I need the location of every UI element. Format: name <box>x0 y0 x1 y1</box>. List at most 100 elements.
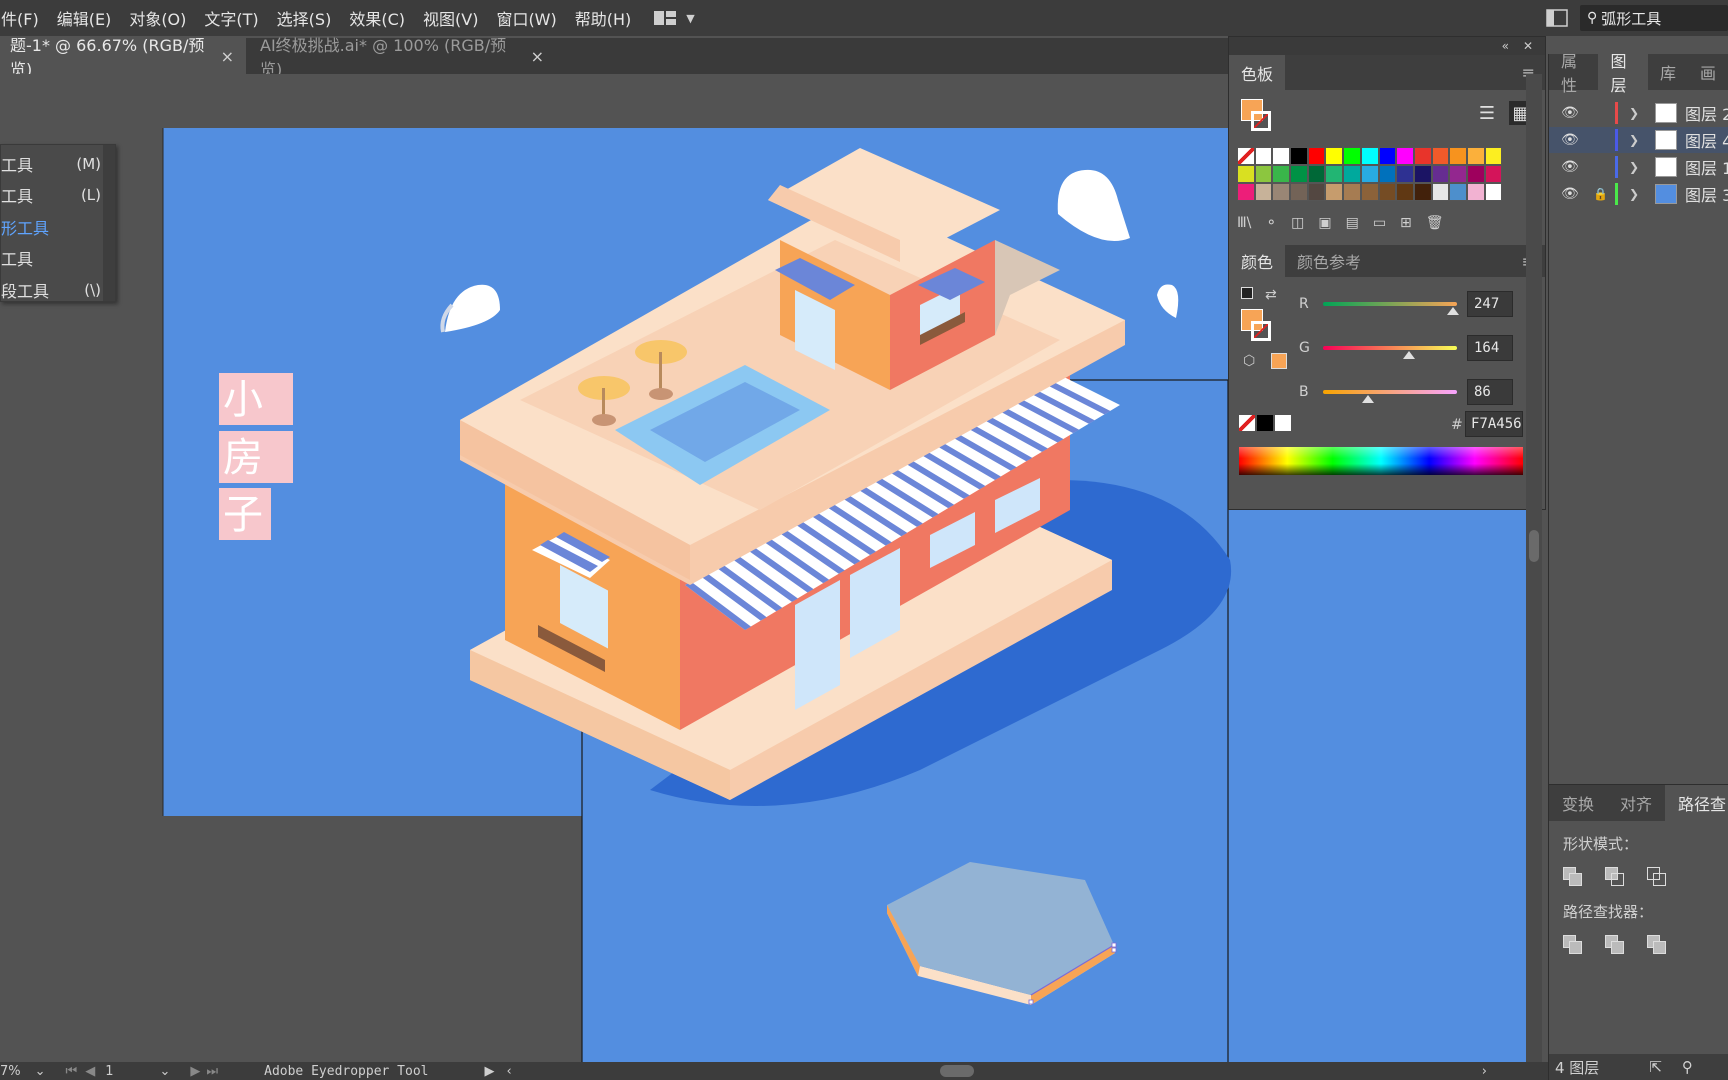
divide-icon[interactable] <box>1563 935 1585 957</box>
new-swatch-icon[interactable]: ⊞ <box>1400 215 1412 231</box>
swatch[interactable] <box>1378 183 1397 201</box>
color-group-icon[interactable]: ▣ <box>1318 215 1331 231</box>
visibility-eye-icon[interactable]: 👁 <box>1561 132 1579 148</box>
last-artboard-icon[interactable]: ⏭ <box>206 1064 218 1079</box>
flyout-scrollbar[interactable] <box>103 145 115 301</box>
swatch-kind-icon[interactable]: ⚬ <box>1265 215 1277 231</box>
edit-group-icon[interactable]: ▤ <box>1346 215 1359 231</box>
swatch[interactable] <box>1325 183 1344 201</box>
black-swatch[interactable] <box>1257 415 1273 431</box>
layer-row[interactable]: 👁 ❯ 图层 2 <box>1549 100 1728 126</box>
swatch[interactable] <box>1290 183 1308 201</box>
r-slider-thumb[interactable] <box>1446 307 1459 315</box>
minus-front-icon[interactable] <box>1605 867 1627 889</box>
swatch[interactable] <box>1360 183 1379 201</box>
swatch[interactable] <box>1272 183 1291 201</box>
swatch[interactable] <box>1325 147 1344 165</box>
b-track[interactable] <box>1323 390 1457 403</box>
swatch[interactable] <box>1466 183 1485 201</box>
b-slider-thumb[interactable] <box>1362 395 1375 403</box>
swatch[interactable] <box>1307 165 1326 183</box>
swatch[interactable] <box>1360 165 1379 183</box>
layer-row[interactable]: 👁 ❯ 图层 4 <box>1549 127 1728 153</box>
tab-transform[interactable]: 变换 <box>1549 785 1607 821</box>
close-icon[interactable]: ✕ <box>1523 39 1533 53</box>
search-input[interactable]: ⚲ 弧形工具 <box>1580 5 1728 31</box>
swatch[interactable] <box>1378 147 1397 165</box>
swatch[interactable] <box>1449 147 1467 165</box>
flyout-item-line[interactable]: 工具 (L) <box>1 180 115 212</box>
tab-color-guide[interactable]: 颜色参考 <box>1285 245 1373 277</box>
slider-r[interactable]: R 247 <box>1299 291 1529 317</box>
swatch[interactable] <box>1413 165 1432 183</box>
swatch[interactable] <box>1254 183 1273 201</box>
swatch[interactable] <box>1484 165 1503 183</box>
tab-align[interactable]: 对齐 <box>1607 785 1665 821</box>
swatch[interactable] <box>1431 147 1450 165</box>
list-view-icon[interactable]: ☰ <box>1475 101 1499 125</box>
swatch[interactable] <box>1343 183 1361 201</box>
tab-color[interactable]: 颜色 <box>1229 245 1286 277</box>
swatch[interactable] <box>1254 165 1273 183</box>
first-artboard-icon[interactable]: ⏮ <box>66 1064 78 1079</box>
artboard-number[interactable]: 1 <box>105 1064 113 1079</box>
horizontal-scroll-thumb[interactable] <box>939 1065 974 1077</box>
swatch[interactable] <box>1360 147 1379 165</box>
menu-type[interactable]: 文字(T) <box>195 6 267 30</box>
scroll-right-icon[interactable]: › <box>1482 1064 1487 1079</box>
unite-icon[interactable] <box>1563 867 1585 889</box>
scrollbar-thumb[interactable] <box>1529 530 1539 562</box>
visibility-eye-icon[interactable]: 👁 <box>1561 186 1579 202</box>
swatch[interactable] <box>1449 183 1467 201</box>
chevron-down-icon[interactable]: ⌄ <box>35 1064 46 1079</box>
zoom-level[interactable]: 7% <box>0 1064 21 1079</box>
delete-icon[interactable]: 🗑 <box>1426 215 1444 231</box>
tab-layers[interactable]: 图层 <box>1598 52 1648 95</box>
scroll-left-icon[interactable]: ‹ <box>507 1064 512 1079</box>
layer-row[interactable]: 👁 ❯ 图层 1 <box>1549 154 1728 180</box>
lock-icon[interactable]: 🔒 <box>1593 187 1608 201</box>
swatch[interactable] <box>1413 147 1432 165</box>
menu-view[interactable]: 视图(V) <box>414 6 487 30</box>
menu-object[interactable]: 对象(O) <box>120 6 195 30</box>
trim-icon[interactable] <box>1605 935 1627 957</box>
flyout-item-rectangle[interactable]: 工具 (M) <box>1 148 115 180</box>
none-swatch[interactable] <box>1239 415 1255 431</box>
next-artboard-icon[interactable]: ▶ <box>190 1064 200 1079</box>
swatch[interactable] <box>1431 183 1450 201</box>
r-track[interactable] <box>1323 302 1459 315</box>
library-icon[interactable]: Ⅲ\ <box>1237 215 1251 231</box>
tab-pathfinder[interactable]: 路径查 <box>1665 785 1728 821</box>
menu-file[interactable]: 件(F) <box>0 6 48 30</box>
out-of-gamut-icon[interactable]: ⬡ <box>1243 353 1255 369</box>
workspace-switcher[interactable]: ▼ <box>654 9 695 27</box>
swatch[interactable] <box>1272 147 1291 165</box>
visibility-eye-icon[interactable]: 👁 <box>1561 159 1579 175</box>
swatch[interactable] <box>1466 147 1485 165</box>
g-value-input[interactable]: 164 <box>1467 335 1513 361</box>
swatch[interactable] <box>1449 165 1467 183</box>
tab-document-1[interactable]: 题-1* @ 66.67% (RGB/预览) × <box>0 36 246 79</box>
prev-artboard-icon[interactable]: ◀ <box>85 1064 95 1079</box>
r-value-input[interactable]: 247 <box>1467 291 1513 317</box>
visibility-eye-icon[interactable]: 👁 <box>1561 105 1579 121</box>
swatch[interactable] <box>1290 165 1308 183</box>
swatch[interactable] <box>1343 165 1361 183</box>
intersect-icon[interactable] <box>1647 867 1669 889</box>
swatch[interactable] <box>1254 147 1273 165</box>
slider-b[interactable]: B 86 <box>1299 379 1529 405</box>
menu-effect[interactable]: 效果(C) <box>340 6 414 30</box>
swatch[interactable] <box>1466 165 1485 183</box>
hex-input[interactable]: F7A456 <box>1465 411 1523 437</box>
flyout-item-segment[interactable]: 段工具 (\) <box>1 274 115 306</box>
swatch-options-icon[interactable]: ◫ <box>1291 215 1304 231</box>
g-track[interactable] <box>1323 346 1457 359</box>
swatch[interactable] <box>1484 183 1503 201</box>
swatch[interactable] <box>1431 165 1450 183</box>
chevron-down-icon[interactable]: ⌄ <box>160 1064 171 1079</box>
swatch[interactable] <box>1396 183 1414 201</box>
tab-properties[interactable]: 属性 <box>1549 52 1598 95</box>
search-icon[interactable]: ⚲ <box>1682 1058 1693 1076</box>
swatch[interactable] <box>1325 165 1344 183</box>
menu-window[interactable]: 窗口(W) <box>487 6 565 30</box>
